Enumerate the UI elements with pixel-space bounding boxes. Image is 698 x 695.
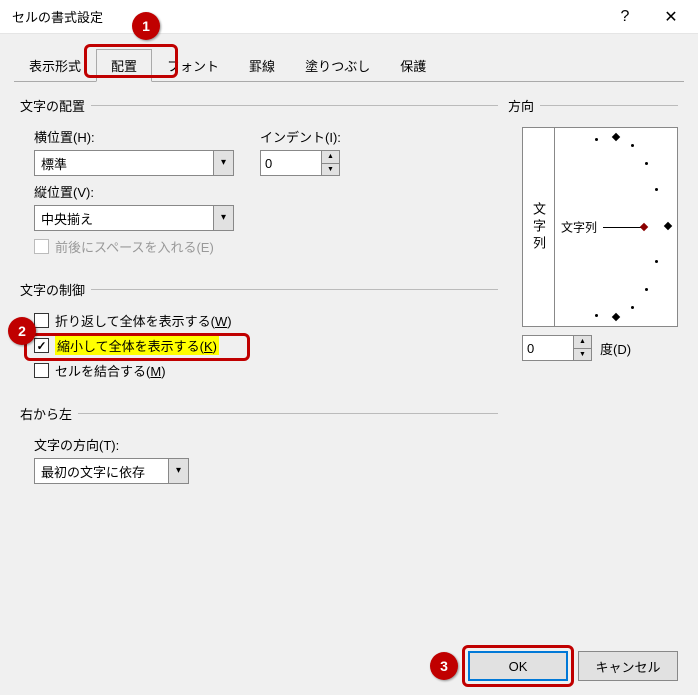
checkbox-icon	[34, 239, 49, 254]
ok-button[interactable]: OK	[468, 651, 568, 681]
close-button[interactable]: ✕	[648, 0, 694, 34]
window-title: セルの書式設定	[12, 7, 602, 26]
annotation-badge-2: 2	[8, 317, 36, 345]
title-bar: セルの書式設定 ? ✕	[0, 0, 698, 34]
orientation-input[interactable]	[523, 336, 573, 360]
vertical-label: 縦位置(V):	[34, 182, 498, 201]
alignment-panel: 文字の配置 横位置(H): 標準 ▾ インデント(I): ▲▼	[14, 82, 684, 642]
tab-strip: 表示形式配置フォント罫線塗りつぶし保護	[14, 48, 684, 82]
group-orientation-legend: 方向	[508, 96, 540, 115]
group-orientation: 方向 文字列 文字列	[518, 96, 678, 361]
tab-5[interactable]: 保護	[385, 49, 441, 82]
tab-1[interactable]: 配置	[96, 49, 152, 82]
group-rtl-legend: 右から左	[20, 404, 78, 423]
indent-input[interactable]	[261, 151, 321, 175]
orientation-vertical-text: 文字列	[529, 202, 548, 253]
tab-2[interactable]: フォント	[152, 49, 234, 82]
text-direction-combo[interactable]: 最初の文字に依存 ▾	[34, 458, 189, 484]
spin-down-icon[interactable]: ▼	[574, 349, 591, 361]
chevron-down-icon: ▾	[213, 206, 233, 230]
orientation-dial[interactable]: 文字列	[555, 128, 677, 326]
tab-4[interactable]: 塗りつぶし	[290, 49, 385, 82]
horizontal-label: 横位置(H):	[34, 127, 234, 146]
justify-label: 前後にスペースを入れる(E)	[55, 237, 214, 256]
chevron-down-icon: ▾	[213, 151, 233, 175]
tab-0[interactable]: 表示形式	[14, 49, 96, 82]
group-text-alignment: 文字の配置 横位置(H): 標準 ▾ インデント(I): ▲▼	[20, 96, 498, 262]
spin-up-icon[interactable]: ▲	[574, 336, 591, 349]
checkbox-icon	[34, 313, 49, 328]
merge-cells-checkbox[interactable]: セルを結合する(M)	[34, 361, 498, 380]
wrap-label: 折り返して全体を表示する(W)	[55, 311, 232, 330]
help-button[interactable]: ?	[602, 0, 648, 34]
group-text-control-legend: 文字の制御	[20, 280, 91, 299]
spin-down-icon[interactable]: ▼	[322, 164, 339, 176]
vertical-combo[interactable]: 中央揃え ▾	[34, 205, 234, 231]
indent-label: インデント(I):	[260, 127, 341, 146]
spin-up-icon[interactable]: ▲	[322, 151, 339, 164]
text-direction-value: 最初の文字に依存	[35, 459, 168, 483]
merge-label: セルを結合する(M)	[55, 361, 166, 380]
checkbox-icon	[34, 338, 49, 353]
dialog-content: 表示形式配置フォント罫線塗りつぶし保護 文字の配置 横位置(H): 標準 ▾ イ…	[0, 34, 698, 642]
orientation-vertical-button[interactable]: 文字列	[523, 128, 555, 326]
orientation-preview[interactable]: 文字列 文字列	[522, 127, 678, 327]
horizontal-value: 標準	[35, 151, 213, 175]
justify-distributed-checkbox: 前後にスペースを入れる(E)	[34, 237, 498, 256]
annotation-badge-3: 3	[430, 652, 458, 680]
indent-spinner[interactable]: ▲▼	[260, 150, 340, 176]
group-right-to-left: 右から左 文字の方向(T): 最初の文字に依存 ▾	[20, 404, 498, 484]
vertical-value: 中央揃え	[35, 206, 213, 230]
orientation-spinner[interactable]: ▲▼	[522, 335, 592, 361]
shrink-label: 縮小して全体を表示する(K)	[55, 336, 219, 355]
group-text-alignment-legend: 文字の配置	[20, 96, 91, 115]
tab-3[interactable]: 罫線	[234, 49, 290, 82]
annotation-badge-1: 1	[132, 12, 160, 40]
shrink-to-fit-checkbox[interactable]: 縮小して全体を表示する(K)	[34, 336, 498, 355]
orientation-degrees-label: 度(D)	[600, 339, 631, 358]
dialog-footer: 3 OK キャンセル	[430, 651, 678, 681]
text-direction-label: 文字の方向(T):	[34, 435, 498, 454]
wrap-text-checkbox[interactable]: 折り返して全体を表示する(W)	[34, 311, 498, 330]
cancel-button[interactable]: キャンセル	[578, 651, 678, 681]
horizontal-combo[interactable]: 標準 ▾	[34, 150, 234, 176]
group-text-control: 文字の制御 折り返して全体を表示する(W) 縮小して全体を表示する(K) セルを…	[20, 280, 498, 386]
orientation-needle	[603, 227, 643, 228]
orientation-dial-text: 文字列	[561, 219, 597, 236]
checkbox-icon	[34, 363, 49, 378]
chevron-down-icon: ▾	[168, 459, 188, 483]
